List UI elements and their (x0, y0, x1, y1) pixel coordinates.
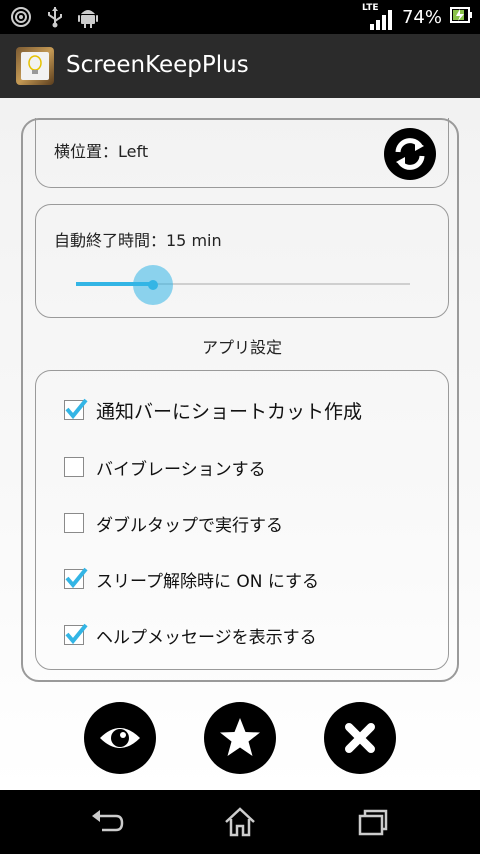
app-settings-card: 通知バーにショートカット作成 バイブレーションする ダブルタップで実行する スリ… (35, 370, 449, 670)
close-icon (345, 723, 375, 753)
home-button[interactable] (220, 804, 260, 840)
recent-apps-button[interactable] (352, 804, 392, 840)
checkbox[interactable] (64, 567, 88, 589)
status-bar-notification-icons (10, 6, 98, 32)
option-label: 通知バーにショートカット作成 (96, 400, 363, 423)
option-label: ヘルプメッセージを表示する (96, 627, 317, 648)
option-double-tap[interactable]: ダブルタップで実行する (64, 510, 283, 536)
checkbox[interactable] (64, 457, 84, 477)
option-vibration[interactable]: バイブレーションする (64, 454, 266, 480)
refresh-icon (395, 138, 425, 170)
app-icon[interactable] (16, 47, 54, 85)
settings-panel: 横位置：Left 自動終了時間：15 min アプリ設定 通知バーにショートカッ… (21, 118, 459, 682)
option-label: バイブレーションする (96, 459, 266, 480)
eye-icon (100, 728, 140, 748)
auto-off-timer-label: 自動終了時間：15 min (54, 231, 222, 250)
close-button[interactable] (324, 702, 396, 774)
app-title: ScreenKeepPlus (66, 52, 249, 78)
preview-button[interactable] (84, 702, 156, 774)
back-button[interactable] (88, 804, 128, 840)
main-content: 横位置：Left 自動終了時間：15 min アプリ設定 通知バーにショートカッ… (0, 98, 480, 790)
position-label: 横位置：Left (54, 142, 149, 161)
option-show-help[interactable]: ヘルプメッセージを表示する (64, 622, 317, 648)
navigation-bar (0, 790, 480, 854)
recent-apps-icon (358, 809, 388, 836)
status-bar: LTE 74% (0, 0, 480, 34)
action-bar: ScreenKeepPlus (0, 34, 480, 98)
home-icon (225, 807, 255, 837)
swap-position-button[interactable] (384, 128, 436, 180)
option-label: ダブルタップで実行する (96, 515, 283, 536)
favorite-button[interactable] (204, 702, 276, 774)
battery-percent: 74% (401, 6, 442, 28)
position-card: 横位置：Left (35, 118, 449, 188)
timer-slider-thumb[interactable] (132, 265, 173, 305)
android-icon (78, 6, 98, 32)
battery-charging-icon (450, 6, 472, 28)
checkbox[interactable] (64, 623, 88, 645)
target-icon (10, 6, 32, 32)
back-icon (92, 810, 124, 832)
option-on-at-wake[interactable]: スリープ解除時に ON にする (64, 566, 319, 592)
checkbox[interactable] (64, 398, 88, 420)
star-icon (220, 718, 260, 756)
auto-off-timer-card: 自動終了時間：15 min (35, 204, 449, 318)
status-bar-system-icons: LTE 74% (362, 0, 472, 34)
app-settings-title: アプリ設定 (201, 338, 282, 357)
checkbox[interactable] (64, 513, 84, 533)
usb-icon (46, 6, 64, 32)
signal-icon: LTE (362, 3, 394, 30)
bottom-actions (0, 702, 480, 774)
option-label: スリープ解除時に ON にする (96, 571, 320, 592)
option-notification-shortcut[interactable]: 通知バーにショートカット作成 (64, 397, 362, 423)
